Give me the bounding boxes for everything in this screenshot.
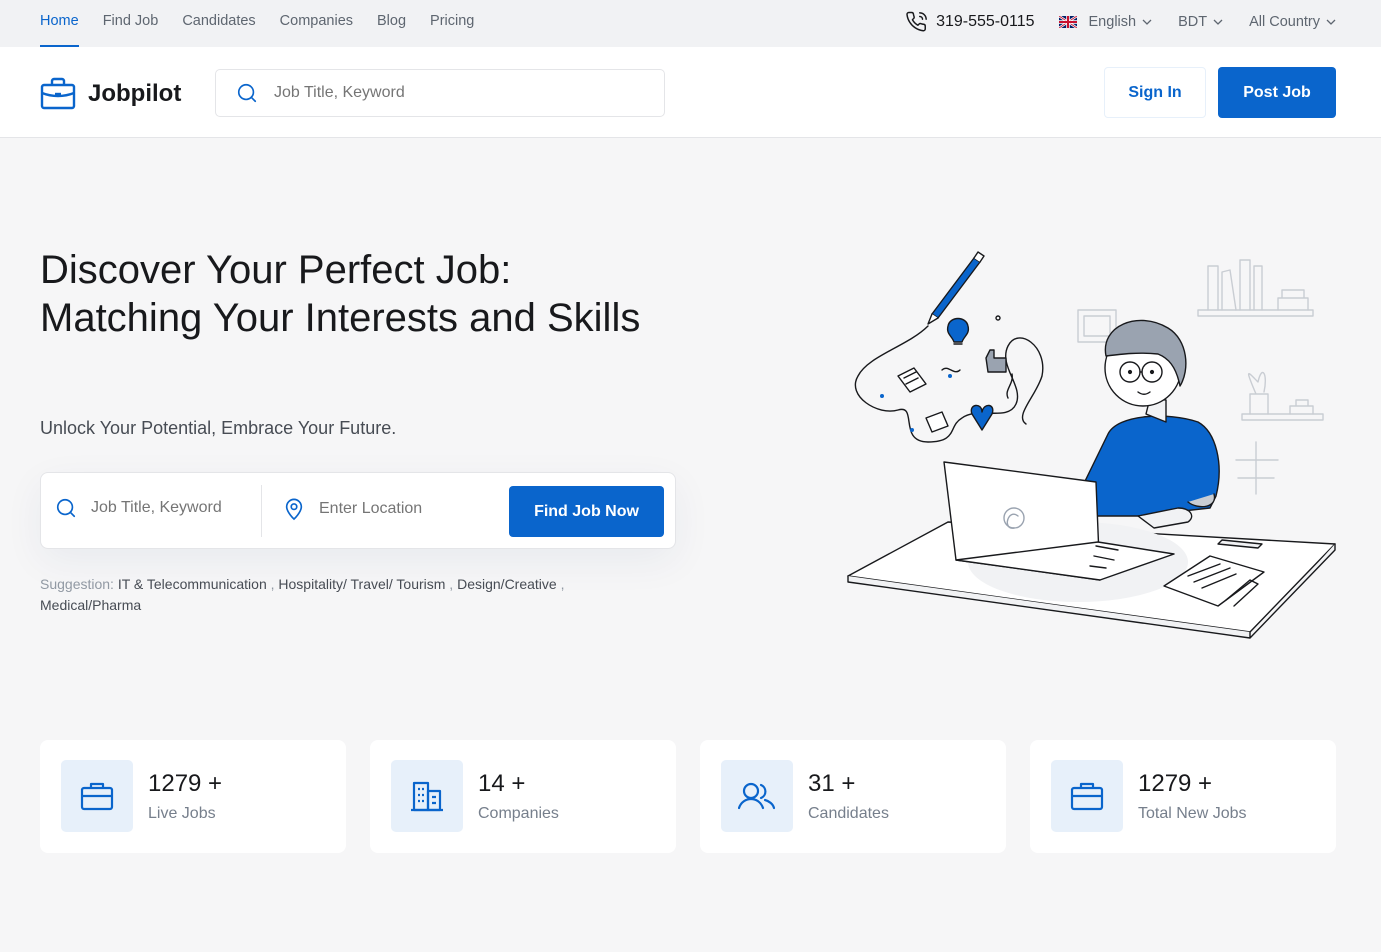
suggestion-link[interactable]: Medical/Pharma: [40, 597, 141, 613]
header-search: [215, 69, 665, 117]
main-header: Jobpilot Sign In Post Job: [0, 47, 1381, 138]
stat-number: 31 +: [808, 770, 856, 797]
stat-icon-box: [391, 760, 463, 832]
stat-card-companies: 14 + Companies: [370, 740, 676, 853]
language-value: English: [1088, 14, 1137, 30]
top-bar: Home Find Job Candidates Companies Blog …: [0, 0, 1381, 47]
location-input[interactable]: [319, 500, 489, 518]
language-select[interactable]: English: [1089, 14, 1153, 30]
keyword-input[interactable]: [91, 499, 251, 517]
suggestions: Suggestion: IT & Telecommunication , Hos…: [40, 576, 565, 613]
post-job-button[interactable]: Post Job: [1218, 67, 1336, 118]
stat-label: Total New Jobs: [1138, 805, 1247, 822]
phone-icon: [906, 11, 927, 32]
stat-card-total-new-jobs: 1279 + Total New Jobs: [1030, 740, 1336, 853]
nav-find-job[interactable]: Find Job: [103, 0, 159, 47]
suggestion-link[interactable]: IT & Telecommunication: [118, 576, 267, 592]
nav-companies[interactable]: Companies: [280, 0, 353, 47]
stat-label: Companies: [478, 805, 559, 822]
hero-illustration: [847, 251, 1336, 639]
search-icon: [56, 498, 76, 518]
logo[interactable]: Jobpilot: [40, 77, 181, 111]
stat-icon-box: [1051, 760, 1123, 832]
building-icon: [411, 781, 443, 812]
briefcase-icon: [1070, 782, 1104, 811]
search-icon: [237, 83, 257, 103]
phone-contact[interactable]: 319-555-0115: [906, 11, 1035, 33]
stat-label: Live Jobs: [148, 805, 216, 822]
stat-icon-box: [61, 760, 133, 832]
header-search-input[interactable]: [274, 84, 634, 102]
top-right: 319-555-0115 English BDT All Country: [906, 0, 1336, 44]
stat-number: 1279 +: [1138, 770, 1213, 797]
nav-blog[interactable]: Blog: [377, 0, 406, 47]
country-select[interactable]: All Country: [1249, 14, 1336, 30]
briefcase-icon: [80, 782, 114, 811]
stat-number: 1279 +: [148, 770, 223, 797]
top-nav: Home Find Job Candidates Companies Blog …: [40, 0, 498, 47]
suggestion-label: Suggestion:: [40, 576, 114, 592]
country-value: All Country: [1249, 14, 1320, 30]
sign-in-button[interactable]: Sign In: [1104, 67, 1206, 118]
divider: [261, 485, 262, 537]
currency-value: BDT: [1178, 14, 1208, 30]
chevron-down-icon: [1213, 19, 1223, 25]
chevron-down-icon: [1326, 19, 1336, 25]
location-pin-icon: [285, 498, 303, 521]
stat-card-candidates: 31 + Candidates: [700, 740, 1006, 853]
briefcase-logo-icon: [40, 77, 76, 110]
hero-search-form: Find Job Now: [40, 472, 676, 549]
find-job-button[interactable]: Find Job Now: [509, 486, 664, 537]
uk-flag-icon: [1058, 16, 1077, 28]
phone-number: 319-555-0115: [936, 13, 1035, 30]
hero-title: Discover Your Perfect Job: Matching Your…: [40, 248, 641, 340]
nav-candidates[interactable]: Candidates: [182, 0, 255, 47]
stat-number: 14 +: [478, 770, 526, 797]
suggestion-link[interactable]: Design/Creative: [457, 576, 557, 592]
suggestion-link[interactable]: Hospitality/ Travel/ Tourism: [278, 576, 445, 592]
logo-text: Jobpilot: [88, 80, 182, 107]
location-field: [283, 497, 489, 521]
chevron-down-icon: [1142, 19, 1152, 25]
stat-icon-box: [721, 760, 793, 832]
hero-subtitle: Unlock Your Potential, Embrace Your Futu…: [40, 418, 397, 438]
currency-select[interactable]: BDT: [1178, 14, 1223, 30]
nav-pricing[interactable]: Pricing: [430, 0, 474, 47]
keyword-field: [55, 497, 251, 519]
stat-label: Candidates: [808, 805, 889, 822]
users-icon: [738, 782, 776, 810]
nav-home[interactable]: Home: [40, 0, 79, 47]
stat-card-live-jobs: 1279 + Live Jobs: [40, 740, 346, 853]
